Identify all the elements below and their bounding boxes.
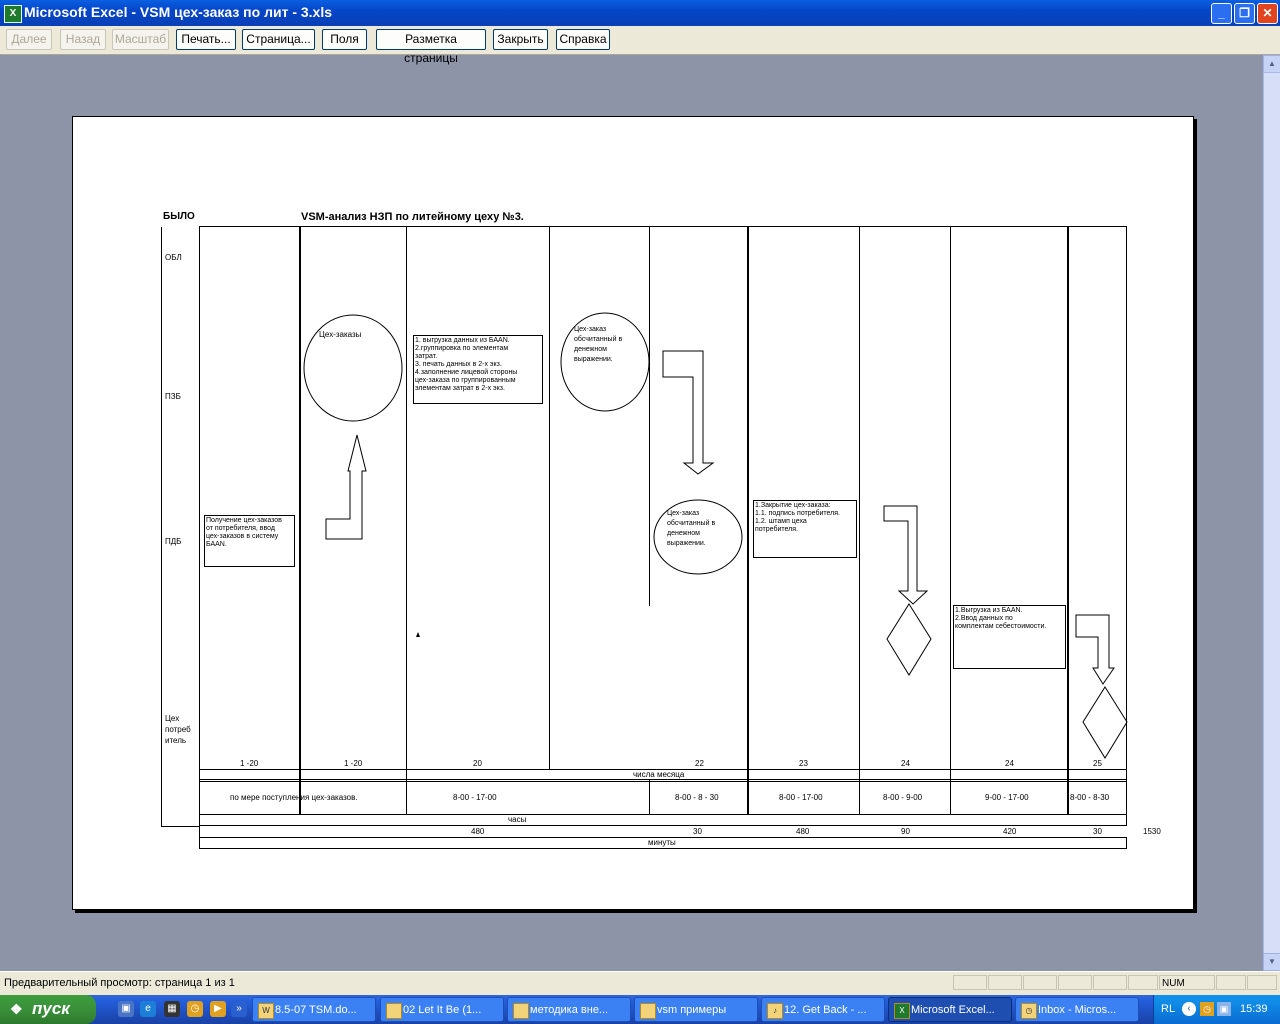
hours-cell: 8-00 - 17-00 [779,793,823,802]
inbox-icon: ◷ [1021,1003,1037,1019]
previous-page-button[interactable]: Назад [60,29,106,50]
print-button[interactable]: Печать... [176,29,236,50]
media-icon[interactable]: ▦ [164,1001,180,1017]
minutes-cell: 420 [1003,827,1017,836]
help-button[interactable]: Справка [556,29,610,50]
vertical-scrollbar[interactable]: ▲ ▼ [1263,55,1280,971]
minutes-cell: 30 [1093,827,1102,836]
print-preview-toolbar: Далее Назад Масштаб Печать... Страница..… [0,26,1280,65]
browser-icon[interactable]: e [140,1001,156,1017]
preview-page: БЫЛО VSM-анализ НЗП по литейному цеху №3… [72,116,1194,910]
order-valued-circle [560,312,650,412]
windows-logo-icon: ❖ [10,1001,23,1017]
hours-cell: 8-00 - 9-00 [883,793,923,802]
taskbar-item[interactable]: 02 Let It Be (1... [380,997,504,1022]
start-label: пуск [32,999,70,1018]
down-arrow-shape [662,350,715,475]
status-panel [988,975,1022,990]
hours-cell: 8-00 - 8-30 [1070,793,1110,802]
hours-cell: 8-00 - 17-00 [453,793,497,802]
day-cell: 20 [473,759,482,768]
folder-icon [386,1003,402,1019]
minutes-cell: 30 [693,827,702,836]
taskbar-item[interactable]: vsm примеры [634,997,758,1022]
taskbar-item[interactable]: W 8.5-07 TSM.do... [252,997,376,1022]
next-page-button[interactable]: Далее [6,29,52,50]
hours-label: часы [508,815,527,824]
up-arrow-shape [325,434,367,540]
close-button[interactable]: ✕ [1257,3,1278,24]
close-preview-button[interactable]: Закрыть [493,29,548,50]
orders-circle [303,314,403,422]
music-icon: ♪ [767,1003,783,1019]
system-tray: RL ‹ ◷ ▣ 15:39 [1153,995,1280,1024]
tray-clock-app-icon[interactable]: ◷ [1200,1002,1214,1016]
status-panel [1128,975,1158,990]
taskbar-item[interactable]: методика вне... [507,997,631,1022]
day-cell: 24 [1005,759,1014,768]
network-icon[interactable]: ▣ [1217,1002,1231,1016]
taskbar-item[interactable]: ◷ Inbox - Micros... [1015,997,1139,1022]
day-cell: 22 [695,759,704,768]
status-bar: Предварительный просмотр: страница 1 из … [0,971,1280,996]
clock[interactable]: 15:39 [1240,1003,1268,1015]
document-icon: W [258,1003,274,1019]
minutes-cell: 90 [901,827,910,836]
marker-triangle [416,632,420,637]
scroll-down-icon[interactable]: ▼ [1263,953,1280,971]
num-lock-indicator: NUM [1159,975,1215,990]
excel-icon: X [894,1003,910,1019]
flow-shapes [303,312,1128,759]
scroll-thumb[interactable] [1263,72,1280,954]
minutes-total: 1530 [1143,827,1161,836]
status-text: Предварительный просмотр: страница 1 из … [4,977,235,989]
status-panel [1058,975,1092,990]
day-cell: 24 [901,759,910,768]
status-panel [1023,975,1057,990]
scroll-up-icon[interactable]: ▲ [1263,55,1280,73]
player-icon[interactable]: ▶ [210,1001,226,1017]
page-setup-button[interactable]: Страница... [242,29,315,50]
excel-app-icon[interactable]: X [4,5,22,23]
window-title: Microsoft Excel - VSM цех-заказ по лит -… [24,4,333,20]
minutes-label: минуты [648,838,676,847]
status-panel [1093,975,1127,990]
status-panel [1247,975,1277,990]
down-arrow-shape-3 [1075,614,1115,685]
hours-cell: 8-00 - 8 - 30 [675,793,719,802]
hours-cell: 9-00 - 17-00 [985,793,1029,802]
language-indicator[interactable]: RL [1161,1003,1175,1015]
minutes-cell: 480 [471,827,485,836]
status-panel [953,975,987,990]
zoom-button[interactable]: Масштаб [112,29,169,50]
page-break-preview-button[interactable]: Разметка страницы [376,29,486,65]
folder-icon [640,1003,656,1019]
desktop-icon[interactable]: ▣ [118,1001,134,1017]
day-cell: 1 -20 [240,759,259,768]
show-hidden-icons-icon[interactable]: ‹ [1182,1002,1196,1016]
minutes-cell: 480 [796,827,810,836]
quicklaunch-more-icon[interactable]: » [231,1001,247,1017]
title-bar: X Microsoft Excel - VSM цех-заказ по лит… [0,0,1280,26]
days-label: числа месяца [633,770,685,779]
hours-cell: по мере поступления цех-заказов. [230,793,358,802]
decision-diamond-2 [1082,686,1128,759]
taskbar: ❖ пуск ▣ e ▦ ◷ ▶ » W 8.5-07 TSM.do... 02 … [0,995,1280,1024]
margins-button[interactable]: Поля [322,29,367,50]
day-cell: 1 -20 [344,759,363,768]
decision-diamond [886,603,932,676]
maximize-button[interactable]: ❐ [1234,3,1255,24]
start-button[interactable]: ❖ пуск [0,995,96,1024]
outlook-icon[interactable]: ◷ [187,1001,203,1017]
minimize-button[interactable]: _ [1211,3,1232,24]
down-arrow-shape-2 [883,505,929,605]
folder-icon [513,1003,529,1019]
status-panel [1216,975,1246,990]
order-valued-circle-2 [653,499,743,575]
taskbar-item[interactable]: ♪ 12. Get Back - ... [761,997,885,1022]
day-cell: 25 [1093,759,1102,768]
taskbar-item-excel[interactable]: X Microsoft Excel... [888,997,1012,1022]
day-cell: 23 [799,759,808,768]
